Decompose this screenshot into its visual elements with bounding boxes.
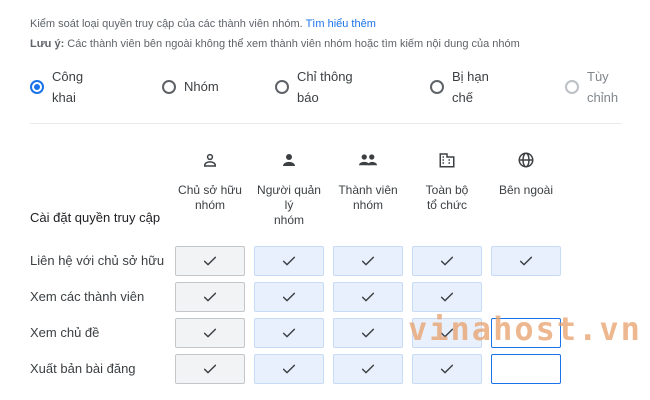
- person-filled-icon: [251, 148, 327, 172]
- radio-circle[interactable]: [275, 80, 289, 94]
- radio-group[interactable]: Nhóm: [162, 76, 219, 97]
- checkmark-icon: [519, 256, 533, 266]
- people-icon: [330, 148, 406, 172]
- permission-cell-checked[interactable]: [333, 318, 403, 348]
- permission-cell-checked[interactable]: [254, 318, 324, 348]
- checkmark-icon: [282, 256, 296, 266]
- radio-label-announcement-only: Chỉ thông báo: [297, 69, 353, 105]
- radio-label-custom: Tùy chỉnh: [587, 69, 619, 105]
- permission-cell-checked[interactable]: [175, 354, 245, 384]
- checkmark-icon: [282, 292, 296, 302]
- checkmark-icon: [361, 328, 375, 338]
- radio-custom[interactable]: Tùy chỉnh: [565, 66, 618, 108]
- note-text: Các thành viên bên ngoài không thể xem t…: [64, 38, 520, 50]
- checkmark-icon: [282, 328, 296, 338]
- note-label: Lưu ý:: [30, 38, 65, 50]
- radio-circle[interactable]: [162, 79, 176, 94]
- checkmark-icon: [440, 292, 454, 302]
- row-label-view-members: Xem các thành viên: [30, 289, 145, 304]
- building-icon: [409, 148, 485, 172]
- row-label-publish-posts: Xuất bản bài đăng: [30, 361, 136, 376]
- radio-circle[interactable]: [30, 80, 44, 94]
- permission-cell-checked[interactable]: [254, 246, 324, 276]
- permission-cell-checked[interactable]: [254, 282, 324, 312]
- permission-cell-checked[interactable]: [254, 354, 324, 384]
- radio-circle[interactable]: [565, 80, 579, 94]
- intro-line: Kiểm soát loại quyền truy cập của các th…: [30, 14, 520, 34]
- column-label: Chủ sở hữu nhóm: [178, 183, 242, 212]
- intro-text: Kiểm soát loại quyền truy cập của các th…: [30, 14, 520, 54]
- checkmark-icon: [203, 364, 217, 374]
- watermark-logo: vinahost.vn: [408, 310, 642, 348]
- column-label: Thành viên nhóm: [338, 183, 398, 212]
- permission-cell-checked[interactable]: [175, 246, 245, 276]
- divider: [30, 123, 622, 124]
- permission-cell-checked[interactable]: [175, 282, 245, 312]
- access-type-radio-group: Công khai Nhóm Chỉ thông báo Bị hạn chế …: [0, 66, 650, 112]
- checkmark-icon: [440, 256, 454, 266]
- column-organization: Toàn bộ tổ chức: [409, 148, 485, 213]
- checkmark-icon: [282, 364, 296, 374]
- radio-circle[interactable]: [430, 80, 444, 94]
- column-members: Thành viên nhóm: [330, 148, 406, 213]
- column-label: Người quản lý nhóm: [257, 183, 321, 227]
- globe-icon: [488, 148, 564, 172]
- checkmark-icon: [203, 328, 217, 338]
- checkmark-icon: [203, 292, 217, 302]
- checkmark-icon: [361, 256, 375, 266]
- permission-cell-checked[interactable]: [333, 282, 403, 312]
- radio-label-group: Nhóm: [184, 79, 219, 94]
- learn-more-link[interactable]: Tìm hiểu thêm: [306, 18, 376, 30]
- permission-cell-checked[interactable]: [491, 246, 561, 276]
- radio-label-restricted: Bị hạn chế: [452, 69, 489, 105]
- permission-cell-unavailable: [491, 282, 561, 312]
- radio-announcement-only[interactable]: Chỉ thông báo: [275, 66, 353, 108]
- radio-public[interactable]: Công khai: [30, 66, 83, 108]
- column-external: Bên ngoài: [488, 148, 564, 198]
- column-manager: Người quản lý nhóm: [251, 148, 327, 228]
- permission-cell-checked[interactable]: [412, 246, 482, 276]
- checkmark-icon: [361, 364, 375, 374]
- permission-cell-unchecked[interactable]: [491, 354, 561, 384]
- column-owner: Chủ sở hữu nhóm: [172, 148, 248, 213]
- radio-restricted[interactable]: Bị hạn chế: [430, 66, 489, 108]
- permission-cell-checked[interactable]: [412, 354, 482, 384]
- checkmark-icon: [203, 256, 217, 266]
- checkmark-icon: [440, 364, 454, 374]
- permission-cell-checked[interactable]: [333, 246, 403, 276]
- person-outline-icon: [172, 148, 248, 172]
- row-label-view-topics: Xem chủ đề: [30, 325, 100, 340]
- row-label-contact-owner: Liên hệ với chủ sở hữu: [30, 253, 165, 268]
- radio-label-public: Công khai: [52, 69, 84, 105]
- checkmark-icon: [361, 292, 375, 302]
- permission-cell-checked[interactable]: [333, 354, 403, 384]
- column-label: Toàn bộ tổ chức: [425, 183, 469, 212]
- permission-cell-checked[interactable]: [412, 282, 482, 312]
- access-settings-title: Cài đặt quyền truy cập: [30, 210, 161, 225]
- intro-description: Kiểm soát loại quyền truy cập của các th…: [30, 18, 306, 30]
- column-label: Bên ngoài: [498, 183, 554, 197]
- permission-cell-checked[interactable]: [175, 318, 245, 348]
- note-line: Lưu ý: Các thành viên bên ngoài không th…: [30, 34, 520, 54]
